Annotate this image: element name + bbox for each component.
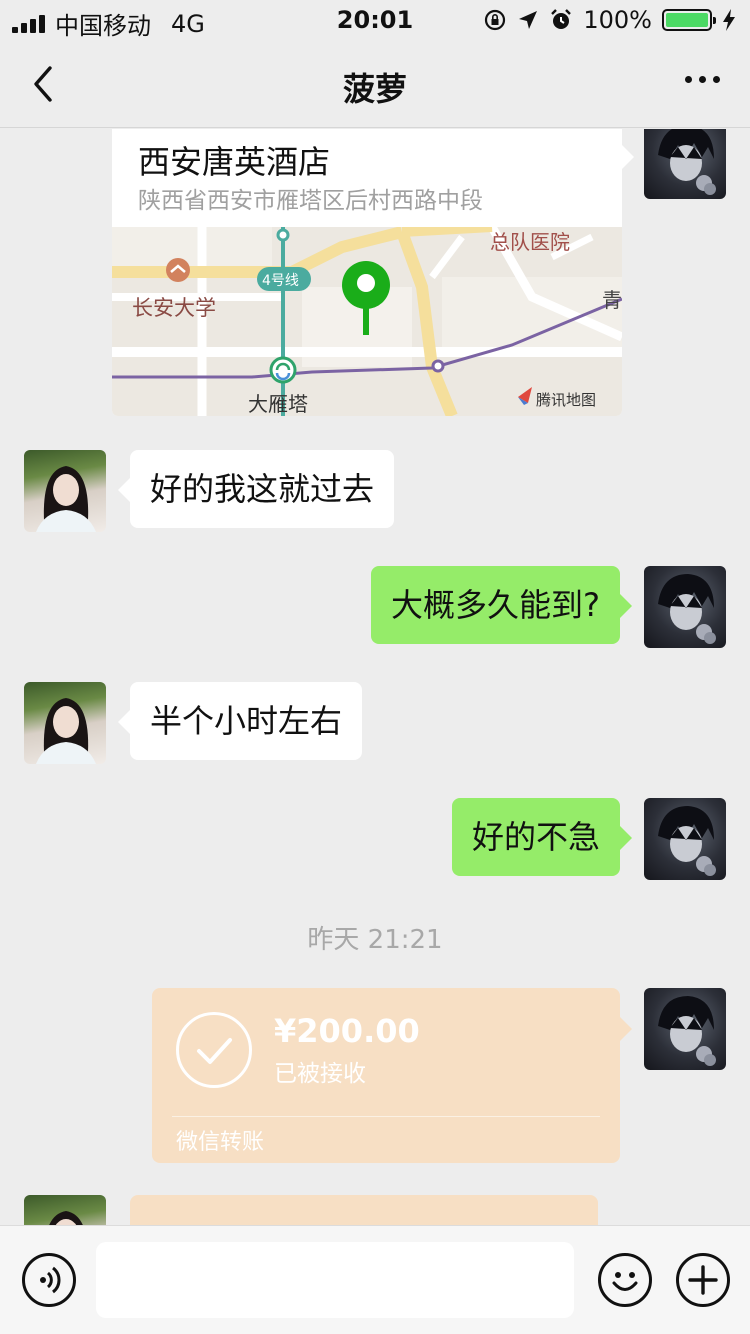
- plus-button[interactable]: [676, 1253, 730, 1307]
- avatar-contact-image: [49, 1211, 83, 1225]
- message-bubble-incoming[interactable]: 半个小时左右: [117, 682, 363, 760]
- check-circle-icon: [176, 1012, 252, 1088]
- map-label-university: 长安大学: [132, 296, 216, 320]
- check-circle-icon: [170, 1215, 250, 1225]
- transfer-amount: ¥200.00: [274, 1012, 420, 1050]
- avatar-self-image: [658, 806, 716, 876]
- map-label-edge: 青: [602, 288, 622, 312]
- transfer-status: 已被接收: [274, 1061, 366, 1087]
- avatar-self[interactable]: [644, 798, 726, 880]
- avatar-self[interactable]: [644, 129, 726, 199]
- more-button[interactable]: [685, 76, 720, 83]
- map-label-metro-line: 4号线: [262, 273, 299, 289]
- avatar-self[interactable]: [644, 988, 726, 1070]
- more-dots-icon: [685, 76, 692, 83]
- map-label-hospital: 总队医院: [490, 230, 570, 254]
- voice-icon: [40, 1266, 61, 1294]
- nav-bar: 菠萝: [0, 40, 750, 128]
- chat-timestamp: 昨天 21:21: [307, 925, 443, 955]
- message-input[interactable]: [96, 1242, 574, 1318]
- avatar-contact-image: [36, 698, 96, 764]
- transfer-card-tail: [620, 1017, 632, 1041]
- alarm-icon: [551, 9, 572, 29]
- avatar-contact[interactable]: [24, 1195, 106, 1225]
- location-name: 西安唐英酒店: [138, 143, 331, 181]
- chat-area[interactable]: 西安唐英酒店 陕西省西安市雁塔区后村西路中段 总队医院 长安大学 4号线 大雁塔…: [0, 129, 750, 1225]
- orientation-lock-icon: [485, 9, 506, 31]
- status-bar: 中国移动 4G 20:01 100%: [0, 0, 750, 40]
- input-bar: [0, 1225, 750, 1334]
- message-bubble-incoming[interactable]: 好的我这就过去: [117, 450, 395, 528]
- avatar-contact[interactable]: [24, 450, 106, 532]
- map-brand-label: 腾讯地图: [536, 391, 596, 409]
- avatar-self[interactable]: [644, 566, 726, 648]
- avatar-self-image: [658, 996, 716, 1066]
- location-address: 陕西省西安市雁塔区后村西路中段: [138, 188, 483, 214]
- location-card[interactable]: 西安唐英酒店 陕西省西安市雁塔区后村西路中段 总队医院 长安大学 4号线 大雁塔…: [112, 129, 622, 416]
- avatar-self-image: [658, 129, 716, 195]
- plus-icon: [688, 1265, 718, 1295]
- transfer-card-partial[interactable]: [130, 1195, 598, 1225]
- map-label-station: 大雁塔: [248, 392, 308, 416]
- emoji-icon: [612, 1272, 638, 1291]
- battery-percent: 100%: [583, 6, 652, 34]
- transfer-footer: 微信转账: [176, 1130, 265, 1155]
- page-title: 菠萝: [342, 70, 407, 108]
- voice-button[interactable]: [22, 1253, 76, 1307]
- location-card-tail: [622, 145, 634, 169]
- location-map[interactable]: 总队医院 长安大学 4号线 大雁塔 青 腾讯地图: [112, 227, 622, 416]
- transfer-card[interactable]: ¥200.00 已被接收 微信转账: [152, 988, 620, 1163]
- avatar-contact-image: [36, 466, 96, 532]
- status-bar-right: 100%: [483, 6, 736, 34]
- charging-icon: [723, 9, 735, 31]
- message-bubble-outgoing[interactable]: 大概多久能到?: [371, 566, 632, 644]
- location-arrow-icon: [519, 11, 538, 29]
- avatar-self-image: [658, 574, 716, 644]
- emoji-button[interactable]: [598, 1253, 652, 1307]
- battery-icon: [662, 9, 716, 31]
- battery-level: [666, 13, 708, 27]
- divider: [172, 1116, 600, 1117]
- avatar-contact[interactable]: [24, 682, 106, 764]
- message-bubble-outgoing[interactable]: 好的不急: [451, 798, 633, 876]
